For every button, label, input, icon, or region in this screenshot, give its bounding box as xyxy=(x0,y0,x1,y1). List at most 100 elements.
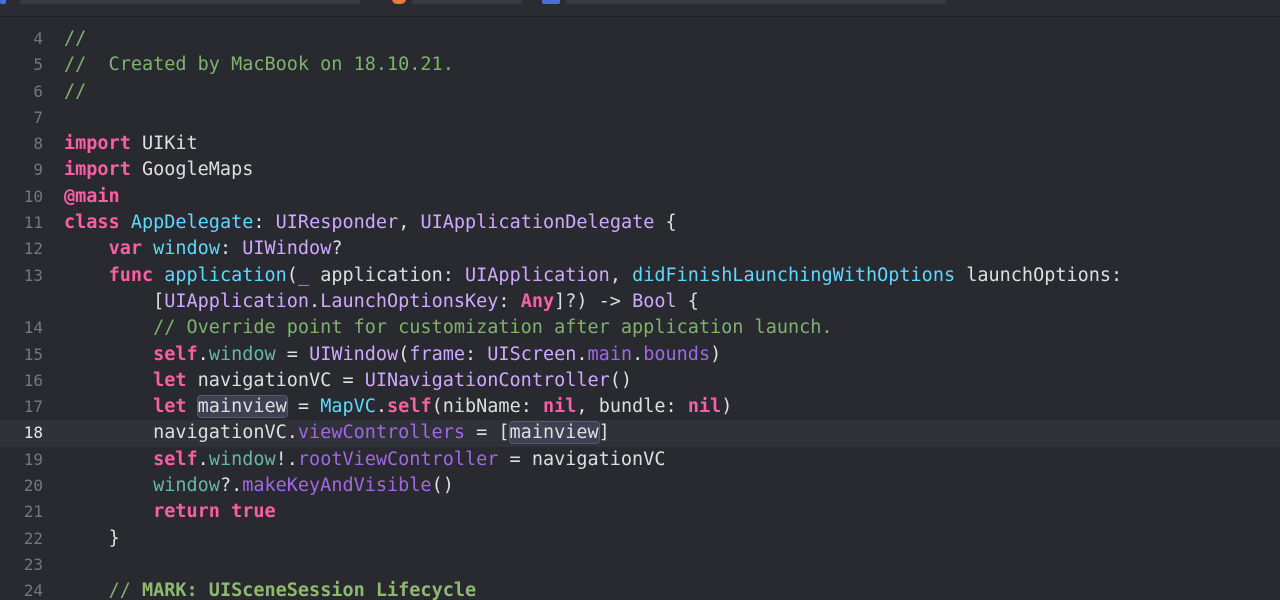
line-number: 10 xyxy=(23,186,43,206)
code-token: ?. xyxy=(219,475,243,497)
code-token: : xyxy=(253,212,276,234)
code-line[interactable]: 20 window?.makeKeyAndVisible() xyxy=(0,473,1280,499)
code-editor[interactable]: 4 // 5 // Created by MacBook on 18.10.21. 6 /… xyxy=(0,0,1280,600)
code-text[interactable]: // xyxy=(64,26,86,52)
code-line[interactable]: 21 return true xyxy=(0,499,1280,525)
code-token: // Created by MacBook on 18.10.21. xyxy=(64,54,454,76)
code-text[interactable]: // Override point for customization afte… xyxy=(64,315,832,341)
code-token: UIKit xyxy=(130,133,198,155)
code-token: self xyxy=(153,343,198,365)
code-line[interactable]: 4 // xyxy=(0,26,1280,52)
code-token: ( xyxy=(398,343,410,365)
swift-file-icon xyxy=(392,0,406,4)
code-text[interactable]: // Created by MacBook on 18.10.21. xyxy=(64,52,454,78)
code-token: : xyxy=(465,343,488,365)
code-token: import xyxy=(64,133,131,155)
code-token: . xyxy=(632,343,644,365)
code-line[interactable]: 9 import GoogleMaps xyxy=(0,157,1280,183)
line-number: 11 xyxy=(23,213,43,233)
code-text[interactable]: // xyxy=(64,79,86,105)
code-token: let xyxy=(153,369,187,391)
code-text[interactable]: import GoogleMaps xyxy=(64,157,253,183)
code-line[interactable]: 24 // MARK: UISceneSession Lifecycle xyxy=(0,578,1280,600)
code-token: LaunchOptionsKey xyxy=(320,290,499,312)
code-line[interactable]: 17 let mainview = MapVC.self(nibName: ni… xyxy=(0,394,1280,420)
code-token: UIApplication xyxy=(164,290,310,312)
jump-bar-path[interactable] xyxy=(20,0,360,4)
code-line[interactable]: 14 // Override point for customization a… xyxy=(0,315,1280,341)
code-token: func xyxy=(108,264,154,286)
code-line[interactable]: 10 @main xyxy=(0,184,1280,210)
code-token: : xyxy=(219,238,243,260)
code-token: window xyxy=(153,475,220,497)
code-token: = xyxy=(275,343,310,365)
code-text[interactable]: } xyxy=(64,526,120,552)
code-text[interactable]: [UIApplication.LaunchOptionsKey: Any]?) … xyxy=(64,289,699,315)
jump-bar-path[interactable] xyxy=(566,0,946,4)
code-line[interactable]: 6 // xyxy=(0,79,1280,105)
jump-bar-path[interactable] xyxy=(0,0,6,4)
code-token: UIWindow xyxy=(242,238,332,260)
code-token: UIApplication xyxy=(465,264,610,286)
line-number: 18 xyxy=(23,423,43,443)
code-token: true xyxy=(231,501,276,523)
code-line[interactable]: 7 xyxy=(0,105,1280,131)
code-token: , xyxy=(398,212,421,234)
line-number: 20 xyxy=(23,476,43,496)
code-line[interactable]: 23 xyxy=(0,552,1280,578)
code-text[interactable]: let navigationVC = UINavigationControlle… xyxy=(64,368,632,394)
code-token: [ xyxy=(153,290,165,312)
code-line[interactable]: 13 func application(_ application: UIApp… xyxy=(0,263,1280,289)
code-text[interactable]: navigationVC.viewControllers = [mainview… xyxy=(64,420,610,446)
jump-bar[interactable] xyxy=(0,0,1280,17)
code-token: let xyxy=(153,396,187,418)
code-token: MapVC xyxy=(320,396,376,418)
code-token: () xyxy=(609,369,633,391)
code-line[interactable]: 16 let navigationVC = UINavigationContro… xyxy=(0,368,1280,394)
code-line[interactable]: 12 var window: UIWindow? xyxy=(0,236,1280,262)
code-token: // xyxy=(64,28,87,49)
code-token: UIResponder xyxy=(275,212,399,234)
code-line[interactable]: 8 import UIKit xyxy=(0,131,1280,157)
code-line[interactable]: 15 self.window = UIWindow(frame: UIScree… xyxy=(0,342,1280,368)
code-token: UINavigationController xyxy=(364,369,610,391)
code-text[interactable]: // MARK: UISceneSession Lifecycle xyxy=(64,578,477,600)
code-text[interactable]: @main xyxy=(64,184,120,210)
code-text[interactable]: window?.makeKeyAndVisible() xyxy=(64,473,454,499)
code-text[interactable]: let mainview = MapVC.self(nibName: nil, … xyxy=(64,394,732,420)
code-token: @main xyxy=(64,185,120,207)
code-line[interactable]: [UIApplication.LaunchOptionsKey: Any]?) … xyxy=(0,289,1280,315)
code-token: import xyxy=(64,159,131,181)
code-token: self xyxy=(153,448,198,470)
code-token: . xyxy=(576,343,588,365)
code-lines[interactable]: 4 // 5 // Created by MacBook on 18.10.21. 6 /… xyxy=(0,26,1280,600)
code-line[interactable]: 11 class AppDelegate: UIResponder, UIAppl… xyxy=(0,210,1280,236)
code-text[interactable]: self.window!.rootViewController = naviga… xyxy=(64,447,665,473)
code-text[interactable]: return true xyxy=(64,499,276,525)
line-number: 8 xyxy=(33,134,43,154)
code-text[interactable]: import UIKit xyxy=(64,131,198,157)
jump-bar-path[interactable] xyxy=(412,0,522,4)
code-token: = xyxy=(286,396,321,418)
line-number: 17 xyxy=(23,397,43,417)
code-line[interactable]: 5 // Created by MacBook on 18.10.21. xyxy=(0,52,1280,78)
code-text[interactable]: var window: UIWindow? xyxy=(64,236,343,262)
code-text[interactable]: class AppDelegate: UIResponder, UIApplic… xyxy=(64,210,677,236)
line-number: 24 xyxy=(23,581,43,600)
code-token: ? xyxy=(331,238,343,260)
code-text[interactable]: func application(_ application: UIApplic… xyxy=(64,263,1123,289)
code-token: viewControllers xyxy=(297,422,465,444)
code-line[interactable]: 22 } xyxy=(0,526,1280,552)
code-line[interactable]: 19 self.window!.rootViewController = nav… xyxy=(0,447,1280,473)
code-token: // xyxy=(64,80,87,102)
code-line[interactable]: 18 navigationVC.viewControllers = [mainv… xyxy=(0,420,1280,447)
code-text[interactable]: self.window = UIWindow(frame: UIScreen.m… xyxy=(64,342,721,368)
